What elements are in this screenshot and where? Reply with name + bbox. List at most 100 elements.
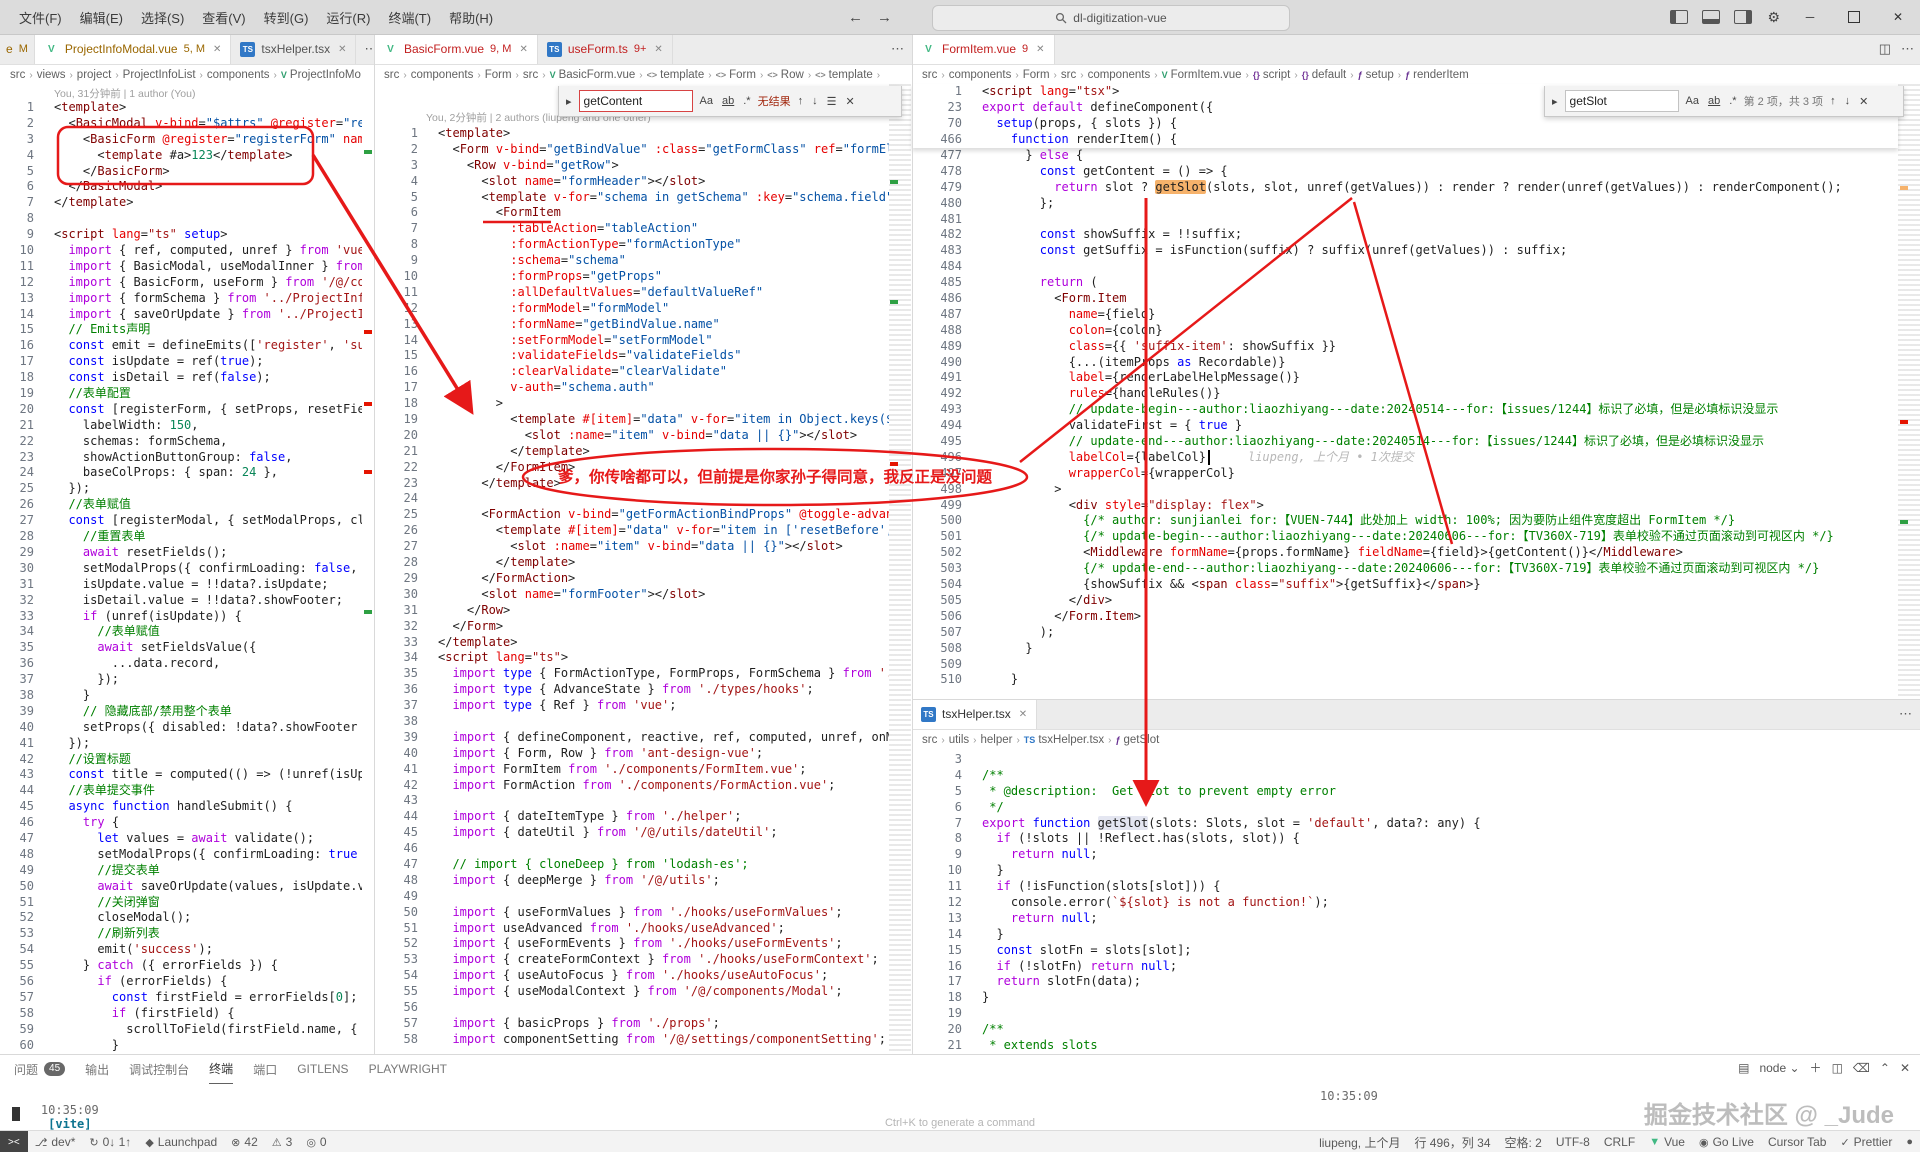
close-tab-icon[interactable]: ✕: [654, 44, 662, 55]
status-item-go-live[interactable]: ◉Go Live: [1692, 1131, 1761, 1152]
breadcrumb-item[interactable]: components: [411, 69, 474, 81]
breadcrumb-item[interactable]: src: [922, 69, 937, 81]
tab-overflow-icon[interactable]: ⋯: [1891, 699, 1920, 729]
close-tab-icon[interactable]: ✕: [338, 44, 346, 55]
menu-item[interactable]: 转到(G): [255, 8, 318, 27]
breadcrumb-item[interactable]: src: [1061, 69, 1076, 81]
menu-item[interactable]: 运行(R): [317, 8, 379, 27]
status-item-bell[interactable]: ●: [1899, 1131, 1920, 1152]
breadcrumb-item[interactable]: setup: [1366, 69, 1394, 81]
tab-overflow-icon[interactable]: ⋯: [356, 34, 374, 64]
breadcrumb-item[interactable]: getSlot: [1124, 734, 1160, 746]
nav-back-icon[interactable]: ←: [848, 9, 863, 26]
toggle-secondary-sidebar-icon[interactable]: [1734, 10, 1752, 24]
close-window-button[interactable]: ✕: [1876, 0, 1920, 34]
status-item--496-34[interactable]: 行 496，列 34: [1407, 1131, 1497, 1152]
breadcrumb-middle[interactable]: src›components›Form›src›VBasicForm.vue›<…: [384, 65, 884, 85]
breadcrumb-item[interactable]: Form: [729, 69, 756, 81]
status-item-launchpad[interactable]: ◆Launchpad: [138, 1131, 224, 1152]
editor-tsxhelper[interactable]: 34/**5 * @description: Get slot to preve…: [912, 752, 1898, 1054]
maximize-panel-icon[interactable]: ⌃: [1880, 1061, 1890, 1075]
toggle-sidebar-icon[interactable]: [1670, 10, 1688, 24]
pane-divider[interactable]: [912, 34, 913, 1054]
editor-formitem[interactable]: 477 } else {478 const getContent = () =>…: [912, 148, 1898, 698]
minimize-button[interactable]: ─: [1788, 0, 1832, 34]
menu-item[interactable]: 选择(S): [132, 8, 193, 27]
panel-tab-调试控制台[interactable]: 调试控制台: [129, 1055, 189, 1083]
breadcrumb-item[interactable]: Form: [485, 69, 512, 81]
status-item-0-1-[interactable]: ↻0↓ 1↑: [82, 1131, 138, 1152]
find-in-selection-icon[interactable]: ☰: [825, 95, 839, 108]
panel-tab-输出[interactable]: 输出: [85, 1055, 109, 1083]
close-tab-icon[interactable]: ✕: [1019, 709, 1027, 720]
status-item-prettier[interactable]: ✓Prettier: [1833, 1131, 1899, 1152]
find-next-icon[interactable]: ↓: [1843, 95, 1853, 107]
terminal-grid-icon[interactable]: ▤: [1738, 1061, 1749, 1075]
split-terminal-icon[interactable]: ◫: [1832, 1061, 1843, 1075]
breadcrumb-item[interactable]: utils: [949, 734, 969, 746]
close-find-icon[interactable]: ✕: [843, 95, 856, 108]
status-item-cursor-tab[interactable]: Cursor Tab: [1761, 1131, 1833, 1152]
whole-word-icon[interactable]: ab: [1706, 95, 1722, 107]
breadcrumb-item[interactable]: tsxHelper.tsx: [1038, 734, 1104, 746]
match-case-icon[interactable]: Aa: [1684, 95, 1701, 107]
menu-item[interactable]: 查看(V): [193, 8, 254, 27]
find-prev-icon[interactable]: ↑: [796, 95, 806, 107]
nav-forward-icon[interactable]: →: [877, 9, 892, 26]
breadcrumb-item[interactable]: FormItem.vue: [1171, 69, 1242, 81]
status-item-utf-8[interactable]: UTF-8: [1549, 1131, 1597, 1152]
tab-basicform-vue[interactable]: VBasicForm.vue9, M✕: [374, 34, 538, 64]
breadcrumb-item[interactable]: components: [1088, 69, 1151, 81]
kill-terminal-icon[interactable]: ⌫: [1853, 1061, 1870, 1075]
settings-gear-icon[interactable]: ⚙: [1767, 9, 1780, 26]
status-item-dev-[interactable]: ⎇dev*: [28, 1131, 83, 1152]
breadcrumb-item[interactable]: helper: [980, 734, 1012, 746]
breadcrumb-item[interactable]: Row: [781, 69, 804, 81]
maximize-button[interactable]: [1832, 0, 1876, 34]
close-tab-icon[interactable]: ✕: [519, 44, 527, 55]
breadcrumb-item[interactable]: Form: [1023, 69, 1050, 81]
close-tab-icon[interactable]: ✕: [213, 44, 221, 55]
status-item-vue[interactable]: ▼Vue: [1642, 1131, 1692, 1152]
breadcrumb-item[interactable]: src: [384, 69, 399, 81]
editor-basicform[interactable]: 1<template>2 <Form v-bind="getBindValue"…: [374, 126, 889, 1054]
split-editor-icon[interactable]: ◫: [1879, 41, 1891, 57]
breadcrumb-item[interactable]: components: [207, 69, 270, 81]
more-actions-icon[interactable]: ⋯: [1901, 41, 1914, 57]
whole-word-icon[interactable]: ab: [720, 95, 736, 107]
toggle-panel-icon[interactable]: [1702, 10, 1720, 24]
menu-item[interactable]: 文件(F): [10, 8, 71, 27]
menu-item[interactable]: 帮助(H): [440, 8, 502, 27]
regex-icon[interactable]: .*: [741, 95, 752, 107]
status-item--2[interactable]: 空格: 2: [1498, 1131, 1549, 1152]
minimap-middle[interactable]: [889, 84, 911, 1054]
panel-tab-PLAYWRIGHT[interactable]: PLAYWRIGHT: [369, 1055, 447, 1083]
breadcrumb-item[interactable]: src: [523, 69, 538, 81]
breadcrumb-item[interactable]: BasicForm.vue: [559, 69, 636, 81]
tab-overflow-icon[interactable]: ⋯: [883, 34, 912, 64]
editor-projectinfomodal[interactable]: 1<template>2 <BasicModal v-bind="$attrs"…: [0, 100, 362, 1054]
close-panel-icon[interactable]: ✕: [1900, 1061, 1910, 1075]
status-item-3[interactable]: ⚠3: [265, 1131, 300, 1152]
find-prev-icon[interactable]: ↑: [1828, 95, 1838, 107]
panel-tab-终端[interactable]: 终端: [209, 1055, 233, 1084]
tab-useform-ts[interactable]: TSuseForm.ts9+✕: [538, 34, 673, 64]
tab-e[interactable]: eM: [0, 34, 35, 64]
panel-tab-端口[interactable]: 端口: [253, 1055, 277, 1083]
breadcrumb-item[interactable]: src: [10, 69, 25, 81]
menu-item[interactable]: 终端(T): [379, 8, 440, 27]
tab-tsxhelper-tsx[interactable]: TStsxHelper.tsx✕: [231, 34, 356, 64]
find-input-right[interactable]: [1565, 90, 1679, 112]
breadcrumb-item[interactable]: src: [922, 734, 937, 746]
breadcrumb-item[interactable]: renderItem: [1413, 69, 1469, 81]
close-tab-icon[interactable]: ✕: [1036, 44, 1044, 55]
breadcrumb-item[interactable]: components: [949, 69, 1012, 81]
terminal-cursor[interactable]: [12, 1107, 20, 1121]
breadcrumb-right[interactable]: src›components›Form›src›components›VForm…: [922, 65, 1822, 85]
breadcrumb-item[interactable]: default: [1312, 69, 1347, 81]
breadcrumb-item[interactable]: views: [37, 69, 66, 81]
breadcrumb-item[interactable]: project: [77, 69, 112, 81]
status-item-crlf[interactable]: CRLF: [1597, 1131, 1642, 1152]
panel-tab-GITLENS[interactable]: GITLENS: [297, 1055, 348, 1083]
close-find-icon[interactable]: ✕: [1857, 95, 1870, 108]
